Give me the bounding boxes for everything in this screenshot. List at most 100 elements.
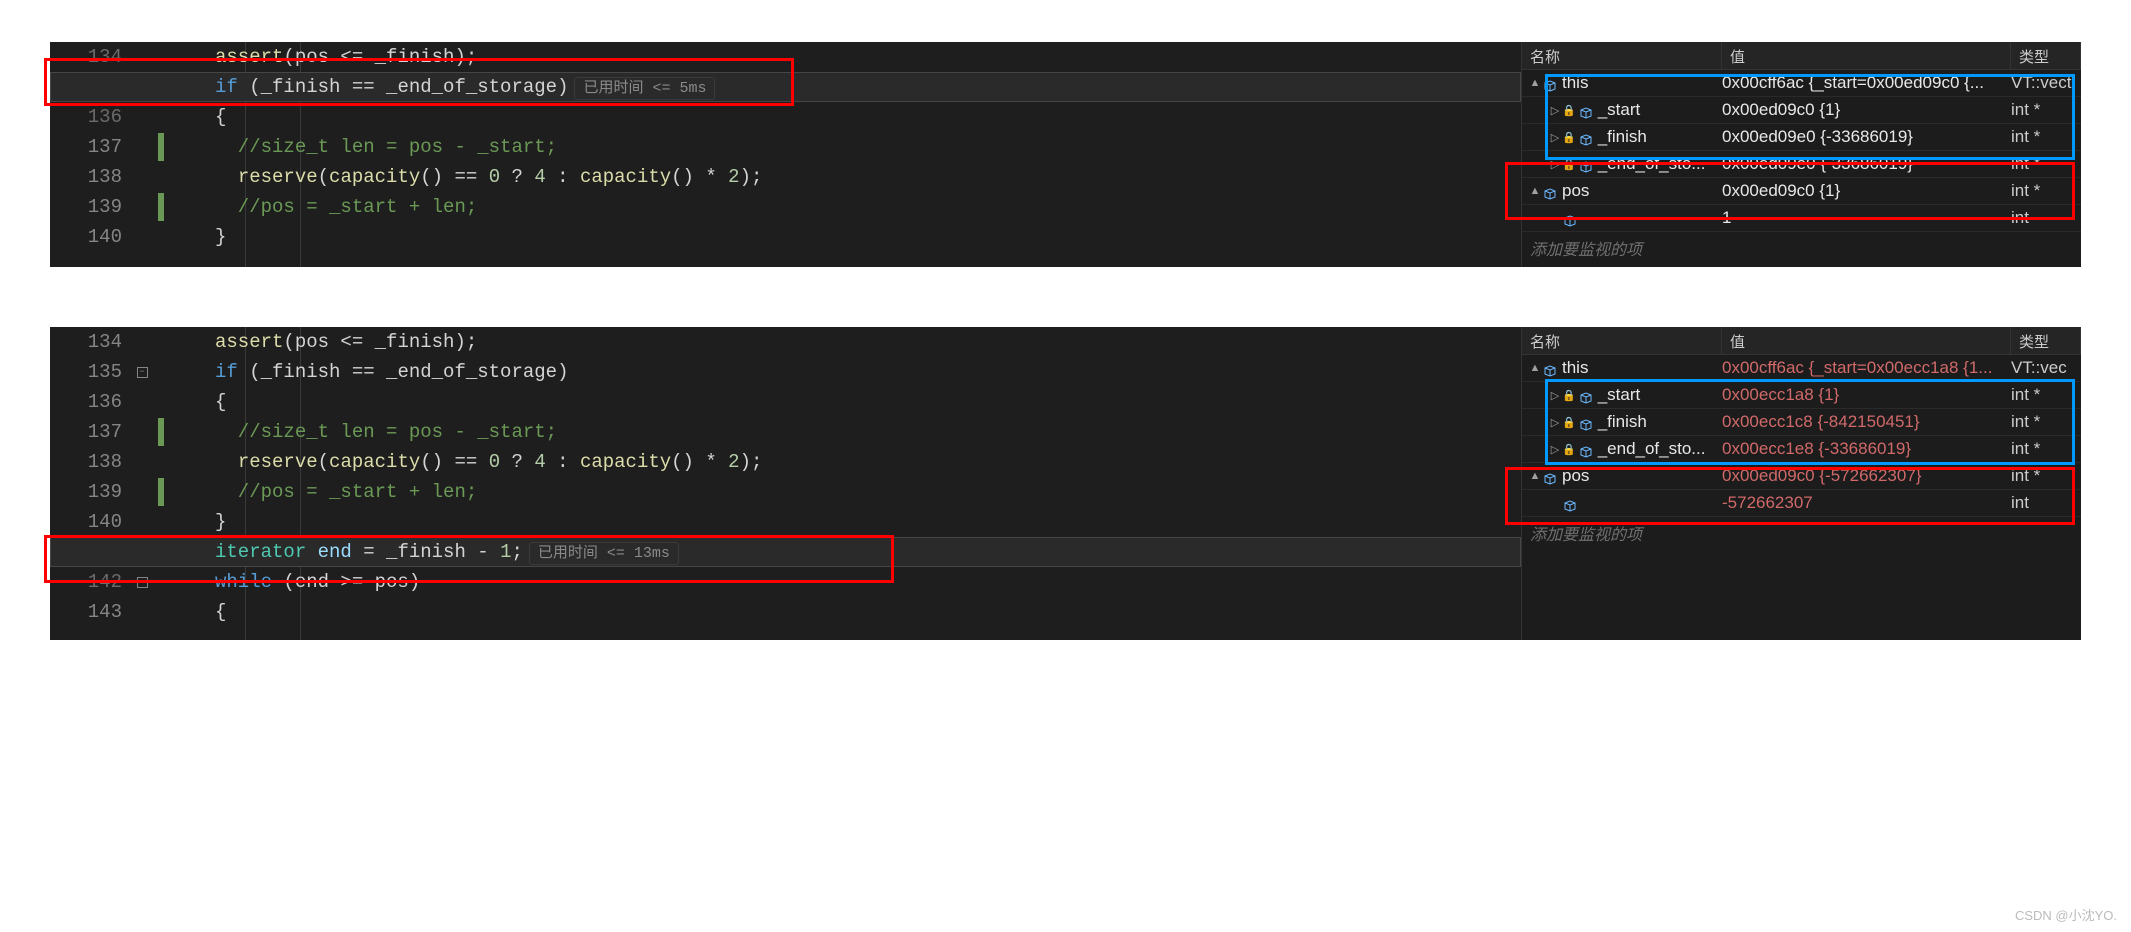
watch-name-cell[interactable]: ▲pos [1522, 181, 1722, 201]
col-type[interactable]: 类型 [2011, 42, 2081, 69]
code-text[interactable]: { [165, 601, 226, 623]
expand-icon[interactable]: ▲ [1528, 362, 1542, 374]
code-text[interactable]: } [165, 226, 226, 248]
code-text[interactable]: if (_finish == _end_of_storage)已用时间 <= 5… [165, 76, 715, 98]
code-text[interactable]: } [165, 511, 226, 533]
watch-row[interactable]: -572662307int [1522, 490, 2081, 517]
watch-value-cell[interactable]: 0x00ed09e0 {-33686019} [1722, 154, 2011, 174]
code-text[interactable]: assert(pos <= _finish); [165, 331, 477, 353]
watch-add-item[interactable]: 添加要监视的项 [1522, 517, 2081, 549]
watch-value-cell[interactable]: 0x00ed09c0 {1} [1722, 181, 2011, 201]
watch-value-cell[interactable]: 0x00ecc1e8 {-33686019} [1722, 439, 2011, 459]
fold-gutter[interactable]: − [127, 367, 157, 378]
code-line[interactable]: 138 reserve(capacity() == 0 ? 4 : capaci… [50, 162, 1521, 192]
watch-value-cell[interactable]: -572662307 [1722, 493, 2011, 513]
watch-value-cell[interactable]: 0x00ed09e0 {-33686019} [1722, 127, 2011, 147]
watch-type-cell: int [2011, 493, 2081, 513]
watch-name-cell[interactable]: ▷🔒_start [1522, 385, 1722, 405]
code-line[interactable]: 140} [50, 507, 1521, 537]
watch-row[interactable]: ▷🔒_finish0x00ecc1c8 {-842150451}int * [1522, 409, 2081, 436]
code-text[interactable]: //size_t len = pos - _start; [165, 421, 557, 443]
fold-gutter[interactable]: − [127, 577, 157, 588]
code-line[interactable]: 143{ [50, 597, 1521, 627]
code-line[interactable]: 136{ [50, 387, 1521, 417]
watch-row[interactable]: ▲pos0x00ed09c0 {1}int * [1522, 178, 2081, 205]
watch-value-cell[interactable]: 1 [1722, 208, 2011, 228]
watch-row[interactable]: 1int [1522, 205, 2081, 232]
code-text[interactable]: if (_finish == _end_of_storage) [165, 361, 568, 383]
col-type[interactable]: 类型 [2011, 327, 2081, 354]
code-line[interactable]: 135−if (_finish == _end_of_storage) [50, 357, 1521, 387]
watch-value-cell[interactable]: 0x00ed09c0 {-572662307} [1722, 466, 2011, 486]
code-line[interactable]: ➡141iterator end = _finish - 1;已用时间 <= 1… [50, 537, 1521, 567]
code-editor-1[interactable]: 134assert(pos <= _finish);➡135−if (_fini… [50, 42, 1521, 267]
code-line[interactable]: 139 //pos = _start + len; [50, 477, 1521, 507]
watch-value-cell[interactable]: 0x00ecc1c8 {-842150451} [1722, 412, 2011, 432]
watch-name-cell[interactable]: ▷🔒_start [1522, 100, 1722, 120]
code-line[interactable]: 136{ [50, 102, 1521, 132]
code-line[interactable]: 137 //size_t len = pos - _start; [50, 417, 1521, 447]
expand-icon[interactable]: ▷ [1548, 131, 1562, 144]
expand-icon[interactable]: ▷ [1548, 158, 1562, 171]
code-text[interactable]: //size_t len = pos - _start; [165, 136, 557, 158]
code-text[interactable]: //pos = _start + len; [165, 196, 477, 218]
expand-icon[interactable]: ▷ [1548, 389, 1562, 402]
code-line[interactable]: 134assert(pos <= _finish); [50, 327, 1521, 357]
code-text[interactable]: //pos = _start + len; [165, 481, 477, 503]
watch-name-cell[interactable]: ▷🔒_finish [1522, 127, 1722, 147]
fold-toggle-icon[interactable]: − [137, 577, 148, 588]
watch-add-item[interactable]: 添加要监视的项 [1522, 232, 2081, 264]
watch-value-cell[interactable]: 0x00ed09c0 {1} [1722, 100, 2011, 120]
code-text[interactable]: reserve(capacity() == 0 ? 4 : capacity()… [165, 451, 762, 473]
watch-name-cell[interactable]: ▷🔒_finish [1522, 412, 1722, 432]
watch-name-cell[interactable]: ▷🔒_end_of_sto... [1522, 439, 1722, 459]
watch-row[interactable]: ▷🔒_end_of_sto...0x00ecc1e8 {-33686019}in… [1522, 436, 2081, 463]
code-line[interactable]: 137 //size_t len = pos - _start; [50, 132, 1521, 162]
watch-name-cell[interactable] [1522, 497, 1722, 509]
debugger-panel-2: 134assert(pos <= _finish);135−if (_finis… [50, 327, 2081, 640]
col-name[interactable]: 名称 [1522, 42, 1722, 69]
watch-row[interactable]: ▷🔒_end_of_sto...0x00ed09e0 {-33686019}in… [1522, 151, 2081, 178]
expand-icon[interactable]: ▷ [1548, 416, 1562, 429]
expand-icon[interactable]: ▷ [1548, 104, 1562, 117]
watch-row[interactable]: ▷🔒_start0x00ed09c0 {1}int * [1522, 97, 2081, 124]
col-value[interactable]: 值 [1722, 327, 2011, 354]
expand-icon[interactable]: ▷ [1548, 443, 1562, 456]
watch-name-cell[interactable]: ▲this [1522, 73, 1722, 93]
watch-value-cell[interactable]: 0x00cff6ac {_start=0x00ecc1a8 {1... [1722, 358, 2011, 378]
watch-value-cell[interactable]: 0x00ecc1a8 {1} [1722, 385, 2011, 405]
code-text[interactable]: { [165, 391, 226, 413]
col-value[interactable]: 值 [1722, 42, 2011, 69]
fold-toggle-icon[interactable]: − [137, 367, 148, 378]
line-number: 138 [75, 451, 127, 473]
expand-icon[interactable]: ▲ [1528, 470, 1542, 482]
code-line[interactable]: 140} [50, 222, 1521, 252]
code-line[interactable]: ➡135−if (_finish == _end_of_storage)已用时间… [50, 72, 1521, 102]
col-name[interactable]: 名称 [1522, 327, 1722, 354]
expand-icon[interactable]: ▲ [1528, 185, 1542, 197]
code-line[interactable]: 134assert(pos <= _finish); [50, 42, 1521, 72]
watch-row[interactable]: ▲this0x00cff6ac {_start=0x00ed09c0 {...V… [1522, 70, 2081, 97]
watch-value-cell[interactable]: 0x00cff6ac {_start=0x00ed09c0 {... [1722, 73, 2011, 93]
watch-name-cell[interactable]: ▲pos [1522, 466, 1722, 486]
watch-row[interactable]: ▲this0x00cff6ac {_start=0x00ecc1a8 {1...… [1522, 355, 2081, 382]
code-text[interactable]: assert(pos <= _finish); [165, 46, 477, 68]
watch-panel-1[interactable]: 名称值类型▲this0x00cff6ac {_start=0x00ed09c0 … [1521, 42, 2081, 267]
expand-icon[interactable]: ▲ [1528, 77, 1542, 89]
watch-panel-2[interactable]: 名称值类型▲this0x00cff6ac {_start=0x00ecc1a8 … [1521, 327, 2081, 640]
code-text[interactable]: iterator end = _finish - 1;已用时间 <= 13ms [165, 541, 679, 563]
line-number: 137 [75, 421, 127, 443]
code-text[interactable]: { [165, 106, 226, 128]
watch-row[interactable]: ▷🔒_finish0x00ed09e0 {-33686019}int * [1522, 124, 2081, 151]
watch-name-cell[interactable]: ▷🔒_end_of_sto... [1522, 154, 1722, 174]
code-line[interactable]: 142−while (end >= pos) [50, 567, 1521, 597]
code-editor-2[interactable]: 134assert(pos <= _finish);135−if (_finis… [50, 327, 1521, 640]
code-line[interactable]: 139 //pos = _start + len; [50, 192, 1521, 222]
code-line[interactable]: 138 reserve(capacity() == 0 ? 4 : capaci… [50, 447, 1521, 477]
code-text[interactable]: while (end >= pos) [165, 571, 420, 593]
watch-name-cell[interactable]: ▲this [1522, 358, 1722, 378]
watch-name-cell[interactable] [1522, 212, 1722, 224]
watch-row[interactable]: ▷🔒_start0x00ecc1a8 {1}int * [1522, 382, 2081, 409]
code-text[interactable]: reserve(capacity() == 0 ? 4 : capacity()… [165, 166, 762, 188]
watch-row[interactable]: ▲pos0x00ed09c0 {-572662307}int * [1522, 463, 2081, 490]
